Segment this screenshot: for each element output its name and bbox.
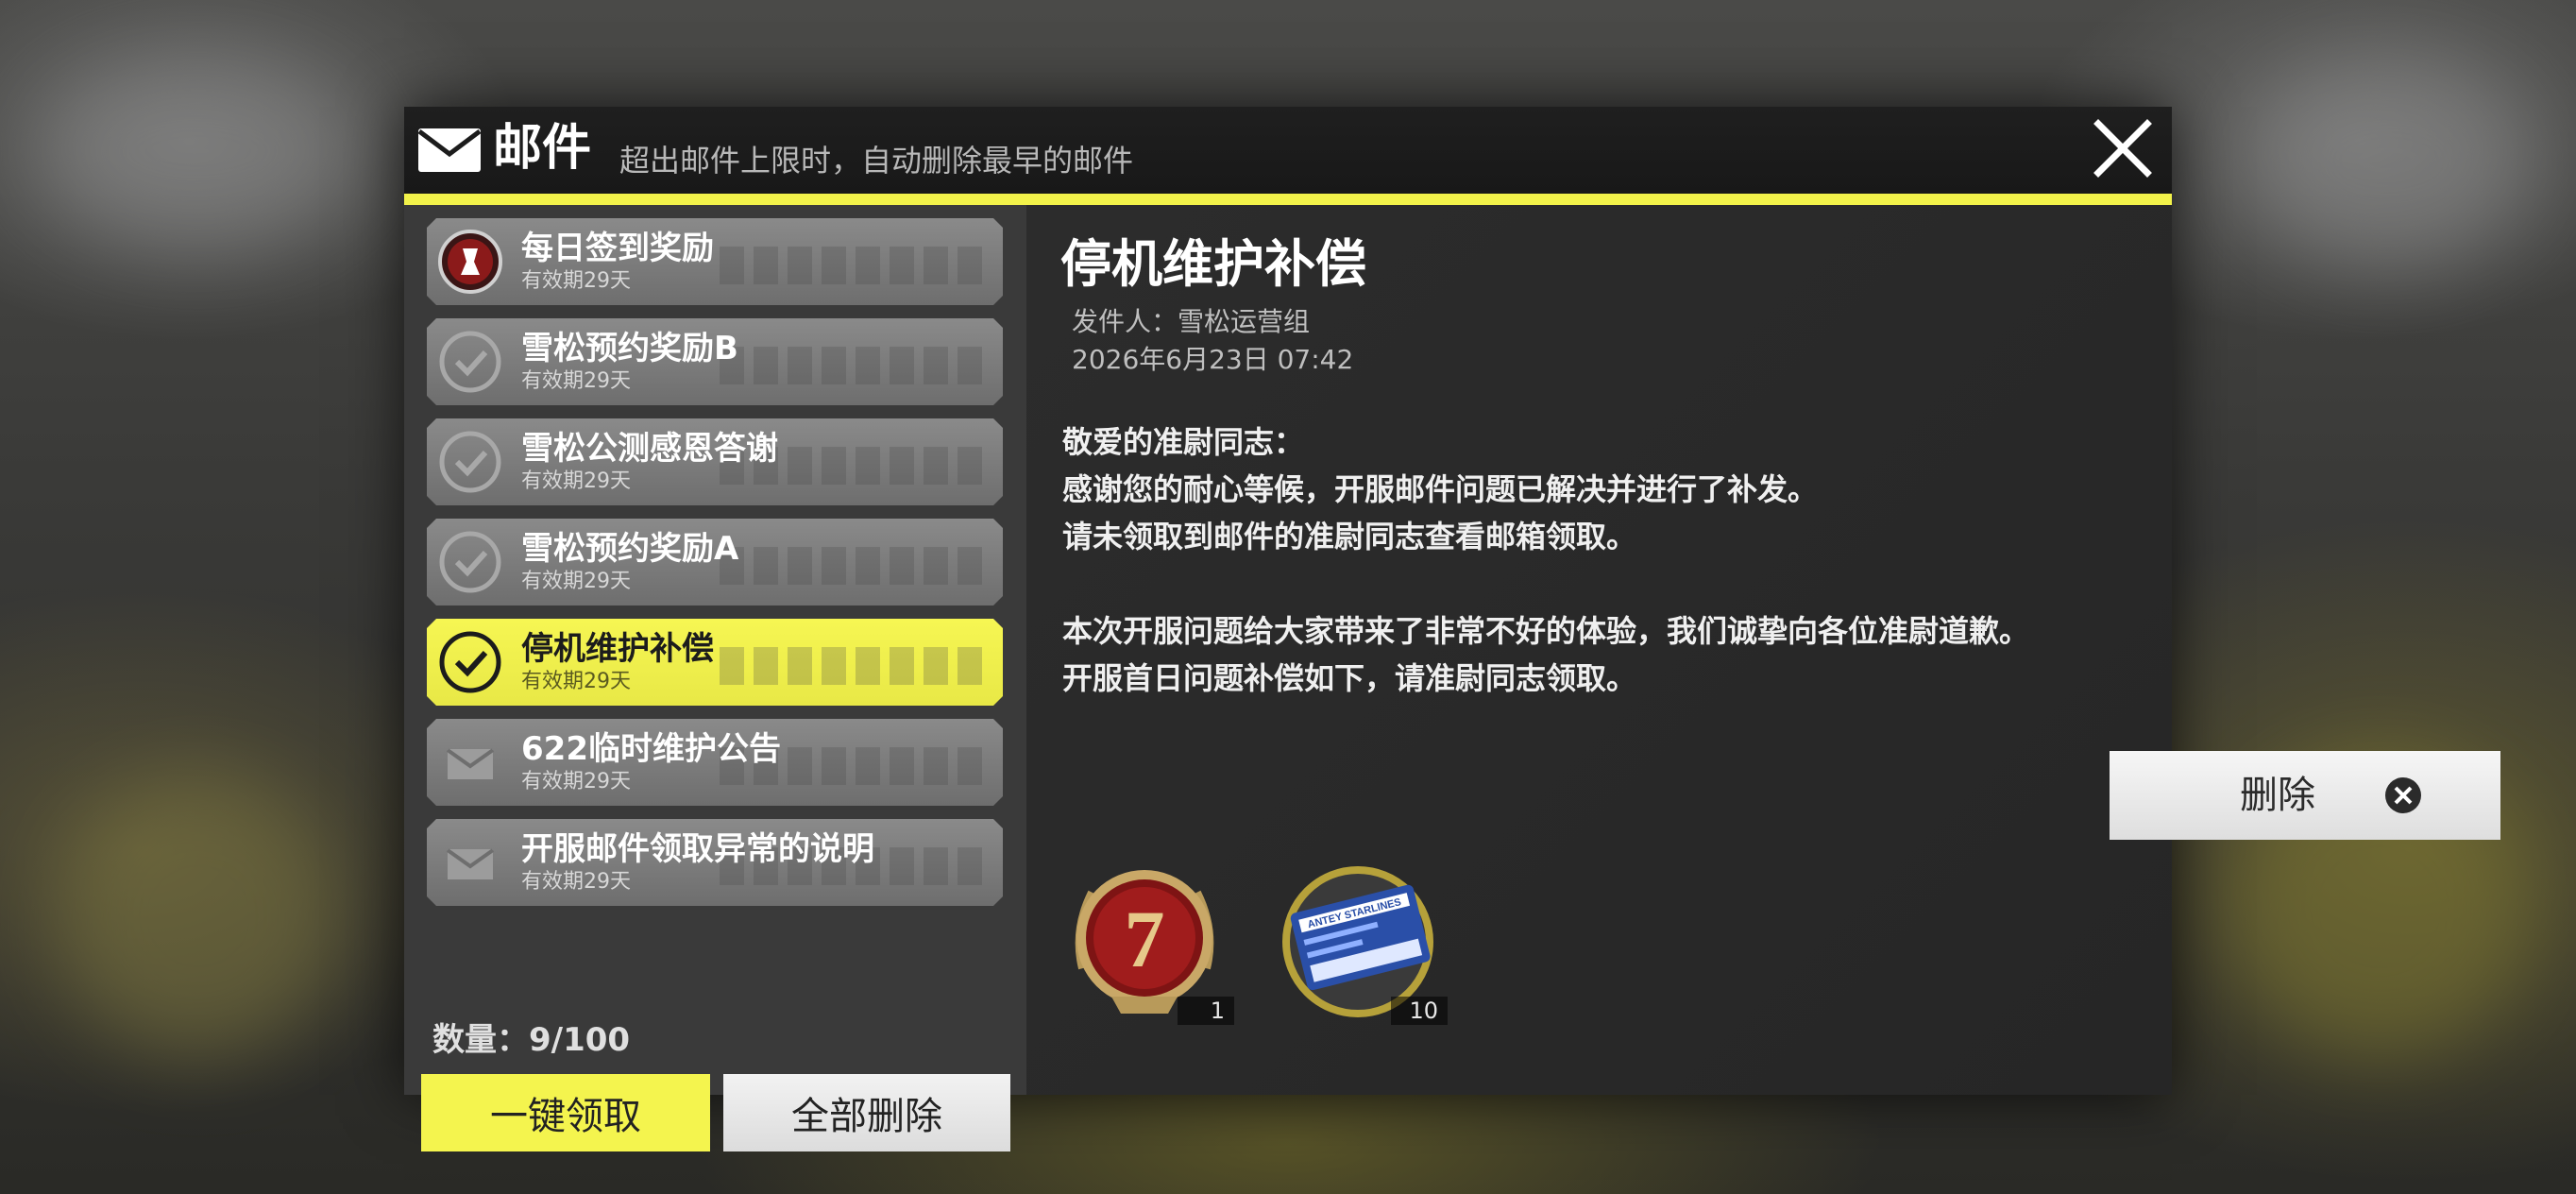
reward-quantity: 10 bbox=[1391, 997, 1448, 1025]
ticket-pattern bbox=[720, 247, 984, 284]
checkmark-icon bbox=[439, 331, 501, 393]
mail-icon bbox=[417, 128, 482, 172]
claim-all-button[interactable]: 一键领取 bbox=[421, 1074, 710, 1151]
mail-item-expiry: 有效期29天 bbox=[521, 269, 631, 293]
checkmark-icon bbox=[439, 431, 501, 493]
mail-item-title: 开服邮件领取异常的说明 bbox=[521, 830, 874, 868]
mail-count: 数量：9/100 bbox=[432, 1021, 631, 1059]
mail-item-expiry: 有效期29天 bbox=[521, 670, 631, 693]
dialog-subtitle: 超出邮件上限时，自动删除最早的邮件 bbox=[619, 143, 1134, 179]
mail-body-line: 请未领取到邮件的准尉同志查看邮箱领取。 bbox=[1062, 519, 1637, 554]
mail-detail-title: 停机维护补偿 bbox=[1060, 234, 1366, 294]
ticket-pattern bbox=[720, 347, 984, 384]
medal-number: 7 bbox=[1125, 894, 1165, 984]
checkmark-icon bbox=[439, 631, 501, 693]
delete-all-button[interactable]: 全部删除 bbox=[723, 1074, 1010, 1151]
close-icon[interactable] bbox=[2091, 116, 2155, 180]
mail-item-expiry: 有效期29天 bbox=[521, 369, 631, 393]
background-blur bbox=[57, 775, 340, 1058]
mail-body-line: 敬爱的准尉同志： bbox=[1062, 424, 1305, 460]
mail-date: 2026年6月23日 07:42 bbox=[1072, 344, 1354, 375]
mail-item-title: 停机维护补偿 bbox=[521, 630, 714, 668]
ticket-pattern bbox=[720, 547, 984, 585]
mail-body-line: 本次开服问题给大家带来了非常不好的体验，我们诚挚向各位准尉道歉。 bbox=[1062, 613, 2030, 649]
mail-sender: 发件人：雪松运营组 bbox=[1072, 306, 1311, 337]
delete-button[interactable]: 删除 bbox=[2110, 751, 2500, 840]
mail-item-title: 雪松预约奖励A bbox=[521, 530, 739, 568]
mail-body-line bbox=[1062, 560, 2129, 607]
mail-item-title: 雪松公测感恩答谢 bbox=[521, 430, 778, 468]
checkmark-icon bbox=[439, 531, 501, 593]
list-item[interactable]: 雪松公测感恩答谢 有效期29天 bbox=[427, 418, 1003, 505]
mail-detail-pane: 停机维护补偿 发件人：雪松运营组 2026年6月23日 07:42 敬爱的准尉同… bbox=[1026, 205, 2500, 1095]
mail-item-title: 雪松预约奖励B bbox=[521, 330, 738, 367]
list-item[interactable]: 每日签到奖励 有效期29天 bbox=[427, 218, 1003, 305]
mail-item-expiry: 有效期29天 bbox=[521, 570, 631, 593]
list-item[interactable]: 雪松预约奖励B 有效期29天 bbox=[427, 318, 1003, 405]
mail-item-title: 每日签到奖励 bbox=[521, 230, 714, 267]
daily-checkin-icon bbox=[438, 230, 502, 294]
mail-body-line: 开服首日问题补偿如下，请准尉同志领取。 bbox=[1062, 660, 1637, 696]
list-item-selected[interactable]: 停机维护补偿 有效期29天 bbox=[427, 619, 1003, 706]
list-item[interactable]: 雪松预约奖励A 有效期29天 bbox=[427, 519, 1003, 606]
reward-item[interactable]: ANTEY STARLINES 10 bbox=[1268, 855, 1448, 1025]
list-item[interactable]: 开服邮件领取异常的说明 有效期29天 bbox=[427, 819, 1003, 906]
mail-item-expiry: 有效期29天 bbox=[521, 870, 631, 894]
dialog-header: 邮件 超出邮件上限时，自动删除最早的邮件 bbox=[404, 107, 2172, 205]
background-blur bbox=[2247, 57, 2531, 264]
mail-list-pane: 每日签到奖励 有效期29天 雪松预约奖励B 有效期29天 雪松公测感恩答谢 有效… bbox=[404, 205, 1026, 1151]
reward-item[interactable]: 7 1 bbox=[1055, 855, 1234, 1025]
mail-item-title: 622临时维护公告 bbox=[521, 730, 781, 768]
mail-list[interactable]: 每日签到奖励 有效期29天 雪松预约奖励B 有效期29天 雪松公测感恩答谢 有效… bbox=[427, 218, 1003, 908]
list-item[interactable]: 622临时维护公告 有效期29天 bbox=[427, 719, 1003, 806]
mail-body-line: 感谢您的耐心等候，开服邮件问题已解决并进行了补发。 bbox=[1062, 471, 1819, 507]
ticket-pattern bbox=[720, 647, 984, 685]
envelope-icon bbox=[446, 848, 495, 879]
envelope-icon bbox=[446, 748, 495, 779]
close-circle-icon bbox=[2385, 777, 2421, 813]
mail-body: 敬爱的准尉同志： 感谢您的耐心等候，开服邮件问题已解决并进行了补发。 请未领取到… bbox=[1062, 418, 2129, 702]
header-accent-bar bbox=[404, 194, 2172, 205]
dialog-title: 邮件 bbox=[493, 120, 592, 177]
mail-dialog: 邮件 超出邮件上限时，自动删除最早的邮件 每日签到奖励 有效期29天 雪松预约奖… bbox=[404, 107, 2500, 1151]
background-blur bbox=[38, 57, 359, 246]
mail-item-expiry: 有效期29天 bbox=[521, 770, 631, 793]
mail-item-expiry: 有效期29天 bbox=[521, 469, 631, 493]
reward-quantity: 1 bbox=[1178, 997, 1234, 1025]
delete-button-label: 删除 bbox=[2240, 774, 2315, 817]
